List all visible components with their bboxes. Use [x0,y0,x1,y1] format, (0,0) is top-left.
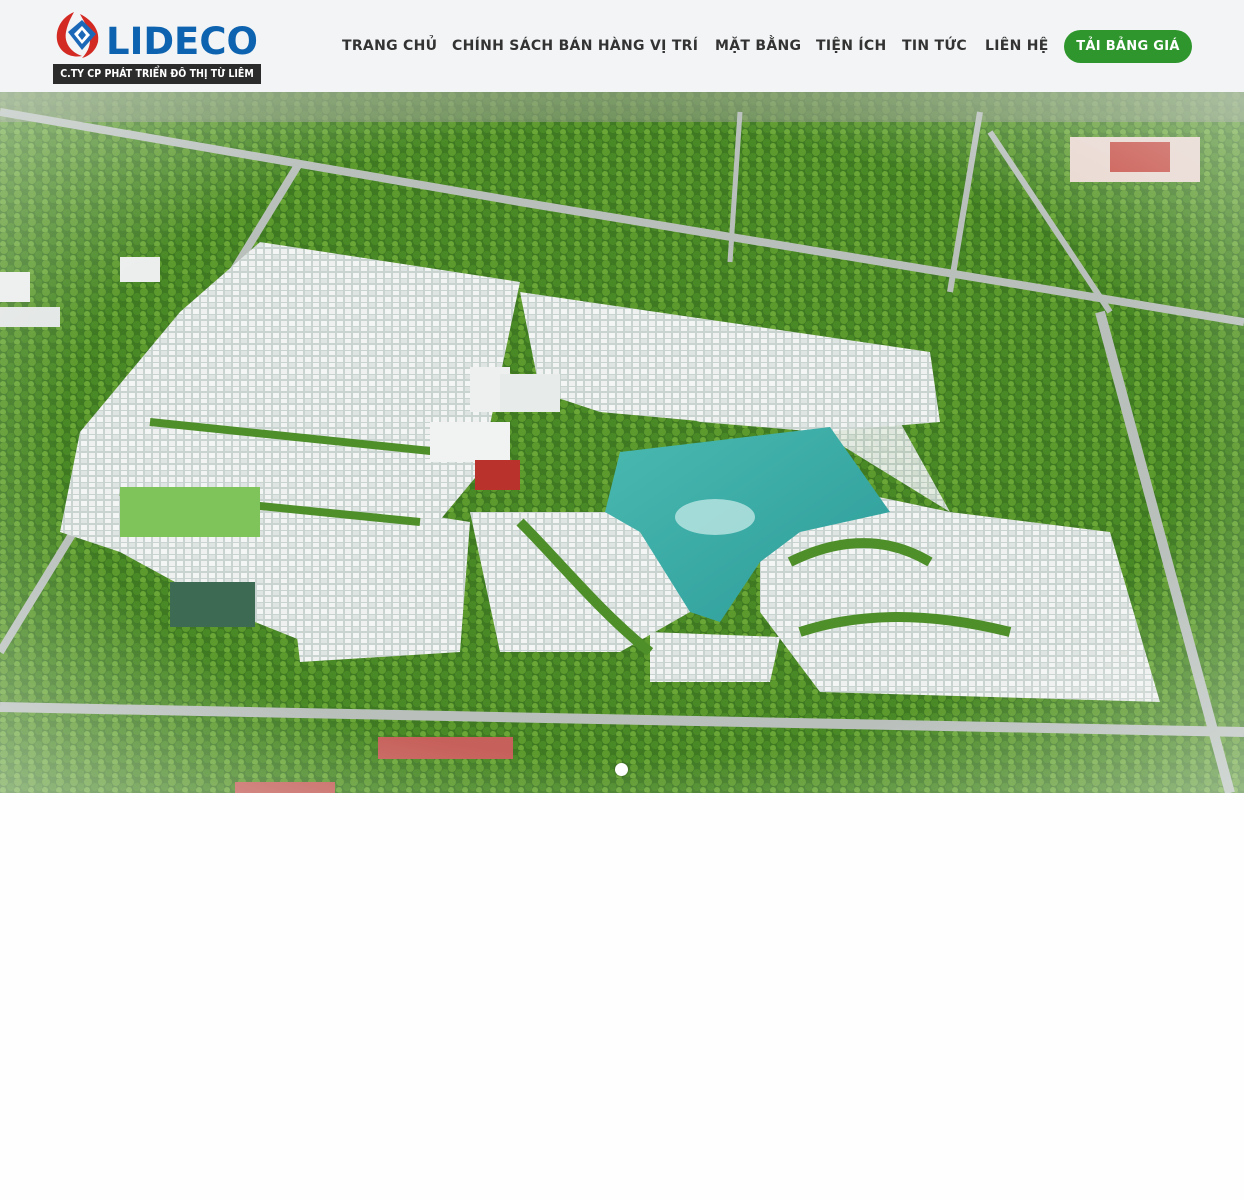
nav-item-mat-bang[interactable]: MẶT BẰNG [715,35,801,57]
hero-slider [0,92,1244,793]
aerial-masterplan-image [0,92,1244,793]
nav-item-chinh-sach-ban-hang[interactable]: CHÍNH SÁCH BÁN HÀNG [452,35,645,57]
lideco-leaf-logo-icon [56,12,99,58]
site-header: LIDECO C.TY CP PHÁT TRIỂN ĐÔ THỊ TỪ LIÊM… [0,0,1244,92]
nav-item-tien-ich[interactable]: TIỆN ÍCH [816,35,887,57]
nav-item-trang-chu[interactable]: TRANG CHỦ [342,35,437,57]
nav-item-lien-he[interactable]: LIÊN HỆ [985,35,1049,57]
nav-item-tin-tuc[interactable]: TIN TỨC [902,35,967,57]
slider-dot-1[interactable] [615,763,628,776]
lideco-logo[interactable]: LIDECO C.TY CP PHÁT TRIỂN ĐÔ THỊ TỪ LIÊM [52,10,262,84]
logo-wordmark: LIDECO [106,20,258,63]
logo-tagline: C.TY CP PHÁT TRIỂN ĐÔ THỊ TỪ LIÊM [53,64,261,84]
nav-item-vi-tri[interactable]: VỊ TRÍ [650,35,698,57]
download-price-list-button[interactable]: TẢI BẢNG GIÁ [1064,30,1192,63]
